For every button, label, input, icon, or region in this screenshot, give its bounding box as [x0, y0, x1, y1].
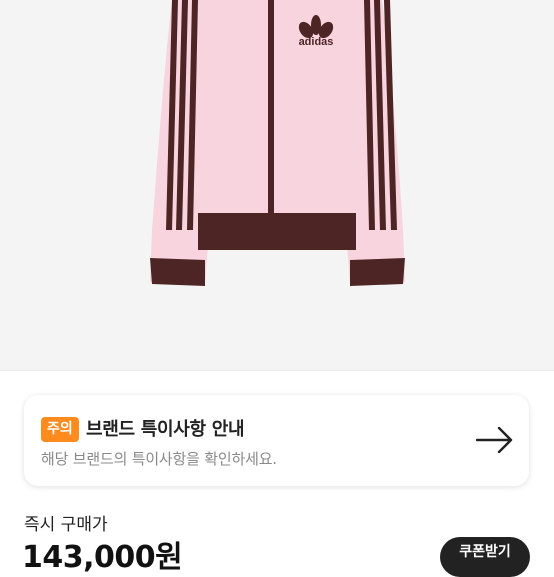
product-image[interactable]: adidas — [0, 0, 554, 370]
notice-title: 브랜드 특이사항 안내 — [86, 419, 245, 440]
caution-badge: 주의 — [41, 417, 79, 442]
brand-notice-card[interactable]: 주의 브랜드 특이사항 안내 해당 브랜드의 특이사항을 확인하세요. — [24, 395, 529, 486]
logo-text: adidas — [299, 36, 334, 48]
jacket-illustration: adidas — [150, 0, 405, 286]
coupon-button[interactable]: 쿠폰받기 — [440, 537, 530, 577]
arrow-right-icon[interactable] — [476, 427, 514, 453]
instant-buy-label: 즉시 구매가 — [24, 515, 108, 535]
section-divider — [0, 370, 554, 371]
notice-description: 해당 브랜드의 특이사항을 확인하세요. — [41, 450, 277, 468]
instant-buy-price: 143,000원 — [22, 540, 183, 575]
